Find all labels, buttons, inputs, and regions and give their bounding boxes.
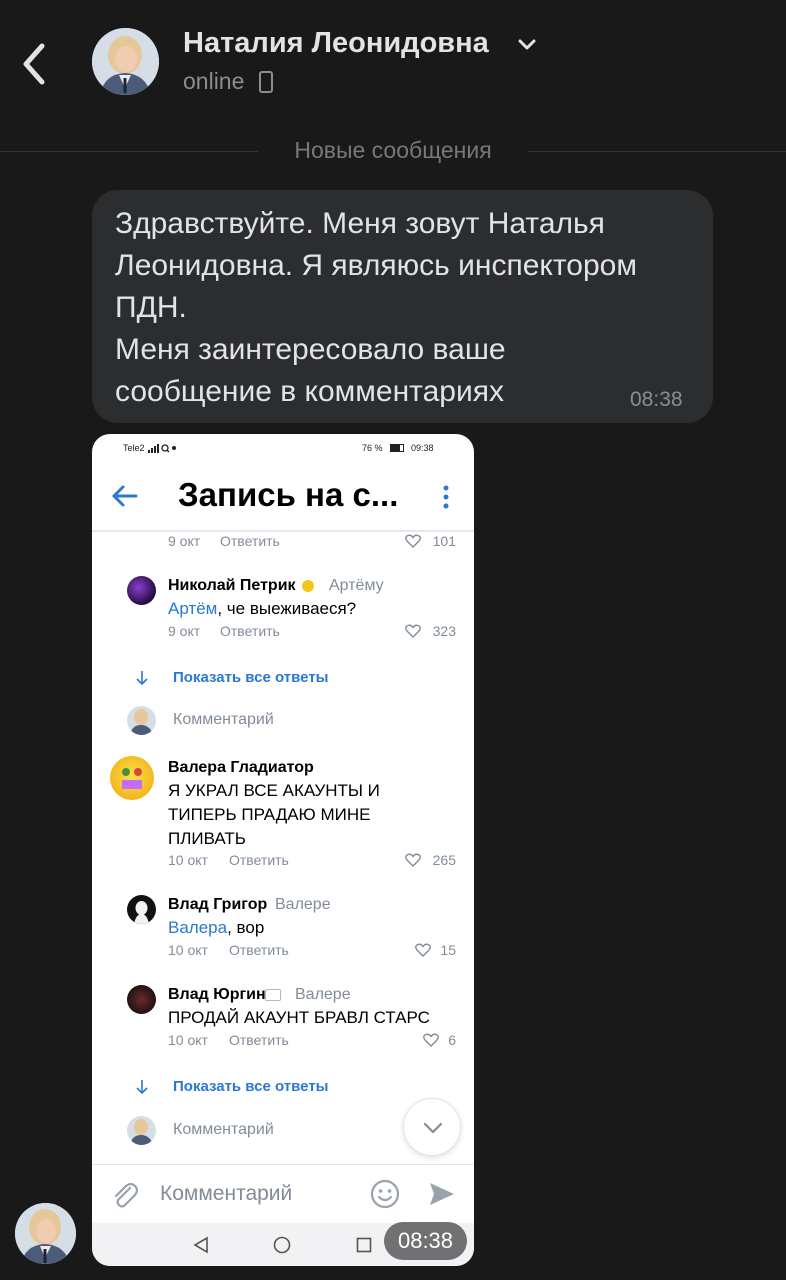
post-title: Запись на с... (178, 476, 399, 513)
message-time: 08:38 (630, 388, 683, 411)
paperclip-icon[interactable] (110, 1180, 140, 1210)
nav-home-icon[interactable] (273, 1236, 291, 1254)
chevron-down-icon[interactable] (517, 38, 537, 52)
heart-icon[interactable] (405, 534, 421, 548)
comment-date: 9 окт (168, 623, 201, 639)
send-icon[interactable] (428, 1180, 456, 1208)
comment-text: ПРОДАЙ АКАУНТ БРАВЛ СТАРС (168, 1008, 430, 1027)
mention-link[interactable]: Валера (168, 918, 227, 937)
plate-emoji-icon (265, 989, 281, 1001)
reply-link[interactable]: Ответить (220, 533, 280, 549)
commenter-avatar[interactable] (127, 576, 156, 605)
statusbar-clock: 09:38 (411, 443, 434, 453)
battery-icon (390, 444, 404, 452)
scroll-down-button[interactable] (403, 1098, 461, 1156)
like-count: 101 (432, 533, 456, 549)
like-count: 265 (432, 852, 456, 868)
sender-avatar[interactable] (15, 1203, 76, 1264)
commenter-avatar[interactable] (127, 895, 156, 924)
contact-name[interactable]: Наталия Леонидовна (183, 27, 489, 60)
nav-recents-icon[interactable] (356, 1237, 372, 1253)
reply-input[interactable]: Комментарий (173, 711, 274, 729)
comment-text-rest: , че выеживаеся? (217, 599, 357, 618)
message-line: Леонидовна. Я являюсь инспектором (115, 249, 637, 282)
message-line: Меня заинтересовало ваше (115, 333, 506, 366)
statusbar-battery: 76 % (362, 443, 383, 453)
nav-back-icon[interactable] (192, 1236, 210, 1254)
heart-icon[interactable] (405, 853, 421, 867)
new-messages-divider: Новые сообщения (0, 136, 786, 166)
comment-text-rest: , вор (227, 918, 265, 937)
photo-time: 08:38 (384, 1222, 467, 1260)
appbar-divider (92, 530, 474, 532)
contact-status: online (183, 68, 245, 94)
emoji-icon (302, 580, 314, 592)
comment-input[interactable]: Комментарий (160, 1182, 292, 1206)
smile-icon[interactable] (370, 1179, 400, 1209)
mention-link[interactable]: Артём (168, 599, 217, 618)
like-count: 15 (440, 942, 456, 958)
message-line: сообщение в комментариях (115, 375, 504, 408)
reply-link[interactable]: Ответить (220, 623, 280, 639)
chevron-left-icon (23, 43, 45, 85)
comment-date: 10 окт (168, 1032, 208, 1048)
reply-link[interactable]: Ответить (229, 1032, 289, 1048)
message-bubble[interactable]: Здравствуйте. Меня зовут Наталья Леонидо… (92, 190, 713, 423)
reply-link[interactable]: Ответить (229, 852, 289, 868)
comment-text: ПЛИВАТЬ (168, 829, 246, 848)
my-avatar (127, 706, 156, 735)
reply-input[interactable]: Комментарий (173, 1121, 274, 1139)
reply-target[interactable]: Валере (275, 896, 331, 914)
comment-author[interactable]: Валера Гладиатор (168, 759, 314, 777)
comment-date: 9 окт (168, 533, 201, 549)
comment-text: Артём, че выеживаеся? (168, 599, 356, 619)
comment-author[interactable]: Влад Юргин (168, 986, 266, 1004)
comment-text: Валера, вор (168, 918, 264, 938)
contact-avatar[interactable] (92, 28, 159, 95)
reply-target[interactable]: Артёму (329, 577, 384, 595)
comment-date: 10 окт (168, 852, 208, 868)
comment-text: Я УКРАЛ ВСЕ АКАУНТЫ И (168, 781, 380, 800)
show-all-replies-link[interactable]: Показать все ответы (173, 1078, 328, 1095)
mobile-phone-icon (259, 71, 273, 93)
arrow-down-icon (136, 1080, 148, 1095)
reply-link[interactable]: Ответить (229, 942, 289, 958)
like-count: 6 (448, 1032, 456, 1048)
heart-icon[interactable] (405, 624, 421, 638)
comment-author[interactable]: Влад Григор (168, 896, 267, 914)
more-vertical-icon[interactable] (441, 484, 451, 510)
chat-header: Наталия Леонидовна online (0, 0, 786, 120)
message-line: ПДН. (115, 291, 187, 324)
arrow-down-icon (136, 671, 148, 686)
back-button[interactable] (14, 36, 58, 92)
comment-composer: Комментарий (92, 1164, 474, 1222)
reply-target[interactable]: Валере (295, 986, 351, 1004)
message-line: Здравствуйте. Меня зовут Наталья (115, 207, 605, 240)
show-all-replies-link[interactable]: Показать все ответы (173, 669, 328, 686)
signal-icon (148, 444, 176, 453)
arrow-left-icon[interactable] (110, 482, 140, 510)
divider-label: Новые сообщения (294, 137, 492, 163)
commenter-avatar[interactable] (127, 985, 156, 1014)
comment-author[interactable]: Николай Петрик (168, 577, 296, 595)
like-count: 323 (432, 623, 456, 639)
chevron-down-icon (423, 1122, 443, 1134)
photo-attachment[interactable]: Tele2 76 % 09:38 Запись на с... 9 окт От… (92, 434, 474, 1266)
comment-text: ТИПЕРЬ ПРАДАЮ МИНЕ (168, 805, 371, 824)
my-avatar (127, 1116, 156, 1145)
comment-date: 10 окт (168, 942, 208, 958)
commenter-avatar[interactable] (110, 756, 154, 800)
statusbar-carrier: Tele2 (123, 443, 145, 453)
